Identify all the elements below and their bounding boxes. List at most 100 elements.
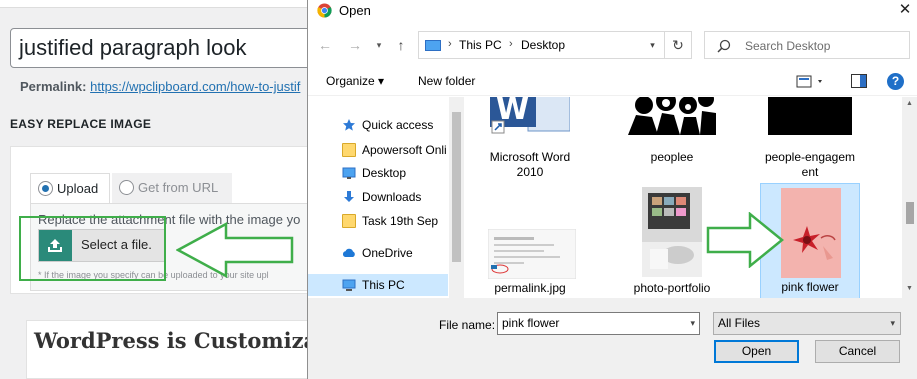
breadcrumb-desktop[interactable]: Desktop [521,38,565,52]
file-name-line2: 2010 [516,165,544,179]
cancel-button[interactable]: Cancel [815,340,900,363]
close-button[interactable]: ✕ [892,0,917,22]
breadcrumb-separator-icon: › [448,38,452,50]
file-name: pink flower [781,280,839,294]
navigation-pane: Quick access Apowersoft Onli Desktop Dow… [308,97,464,298]
wp-top-bar [0,0,320,8]
file-item-peoplee[interactable]: peoplee [622,97,722,197]
preview-pane-icon[interactable] [851,74,867,88]
nav-item-label: Task 19th Sep [362,214,439,228]
file-item-people-engagement[interactable]: people-engagem ent [760,97,860,197]
star-icon [343,119,355,131]
word-document-icon: W [490,97,570,135]
recent-locations-chevron-icon[interactable]: ▾ [372,34,386,56]
forward-arrow-icon[interactable]: → [344,34,366,56]
annotation-highlight-box [19,216,166,281]
search-placeholder: Search Desktop [745,39,831,53]
file-name: Microsoft Word [489,150,571,164]
scroll-up-icon[interactable]: ▲ [906,100,913,107]
file-name: photo-portfolio [633,281,711,295]
file-name: people-engagem [764,150,856,164]
open-file-dialog: Open ✕ ← → ▾ ↑ › This PC › Desktop ▾ ↻ S… [307,0,917,379]
portfolio-photo-thumbnail [642,187,702,277]
upload-radio[interactable] [38,181,53,196]
tab-upload-label: Upload [57,181,99,196]
this-pc-icon [425,40,441,51]
nav-item-label: Desktop [362,166,407,180]
permalink-link[interactable]: https://wpclipboard.com/how-to-justif [90,79,300,94]
organize-button[interactable]: Organize ▾ [326,74,384,88]
nav-item-label: Downloads [362,190,422,204]
refresh-icon[interactable]: ↻ [664,31,692,59]
nav-item-this-pc[interactable]: This PC [308,274,448,296]
address-bar[interactable]: › This PC › Desktop [418,31,662,59]
url-radio[interactable] [119,180,134,195]
chrome-icon [317,3,332,18]
nav-item-label: OneDrive [362,246,413,260]
nav-item-apowersoft[interactable]: Apowersoft Onli [308,139,448,161]
nav-item-label: Apowersoft Onli [362,143,447,157]
nav-item-label: Quick access [362,118,434,132]
file-type-value: All Files [718,316,761,330]
people-image-thumbnail [628,97,716,135]
post-title-input[interactable]: justified paragraph look [10,28,330,68]
scroll-down-icon[interactable]: ▼ [906,285,913,292]
breadcrumb-this-pc[interactable]: This PC [459,38,502,52]
file-item-microsoft-word[interactable]: W Microsoft Word 2010 [480,97,580,197]
tab-get-from-url[interactable]: Get from URL [112,173,232,203]
file-name-value: pink flower [502,316,560,330]
nav-item-desktop[interactable]: Desktop [308,162,448,184]
annotation-arrow-right-icon [706,212,784,268]
nav-scrollbar-thumb[interactable] [452,112,461,262]
open-button[interactable]: Open [714,340,799,363]
tab-upload[interactable]: Upload [30,173,110,203]
nav-item-downloads[interactable]: Downloads [308,186,448,208]
download-icon [344,191,354,202]
desktop-icon [342,167,356,179]
file-name: peoplee [650,150,694,164]
help-icon[interactable]: ? [887,73,904,90]
cloud-icon [342,248,355,257]
dialog-toolbar: Organize ▾ New folder ? [308,66,917,96]
file-name-input[interactable]: pink flower ▾ [497,312,700,335]
nav-item-task-19th-sep[interactable]: Task 19th Sep [308,210,448,232]
file-list-pane: W Microsoft Word 2010 peoplee people-eng… [464,97,902,298]
search-input[interactable]: Search Desktop [704,31,910,59]
change-view-icon[interactable] [796,74,826,90]
file-name-label: File name: [439,318,496,332]
file-name-line2: ent [801,165,819,179]
nav-item-onedrive[interactable]: OneDrive [308,242,448,264]
new-folder-button[interactable]: New folder [418,74,475,88]
file-type-chevron-icon: ▾ [890,318,895,328]
nav-item-quick-access[interactable]: Quick access [308,114,448,136]
pc-icon [342,279,356,291]
dialog-title: Open [339,3,371,18]
easy-replace-image-heading: EASY REPLACE IMAGE [10,117,152,131]
address-dropdown-chevron-icon[interactable]: ▾ [641,31,665,59]
dialog-footer: File name: pink flower ▾ All Files ▾ Ope… [308,298,917,379]
permalink-row: Permalink: https://wpclipboard.com/how-t… [20,79,300,94]
permalink-label: Permalink: [20,79,87,94]
breadcrumb-separator-icon: › [509,38,513,50]
permalink-screenshot-thumbnail [488,229,576,279]
annotation-arrow-left-icon [176,222,294,278]
file-scrollbar[interactable]: ▲ ▼ [902,97,917,298]
dialog-titlebar[interactable]: Open ✕ [308,0,917,22]
pink-flower-thumbnail [781,188,841,278]
navigation-row: ← → ▾ ↑ › This PC › Desktop ▾ ↻ Search D… [308,29,917,61]
folder-icon [342,214,356,228]
black-image-thumbnail [768,97,852,135]
editor-heading: WordPress is Customiza [34,328,318,353]
nav-item-label: This PC [362,278,405,292]
folder-icon [342,143,356,157]
file-name: permalink.jpg [494,281,566,295]
file-type-select[interactable]: All Files ▾ [713,312,901,335]
file-item-permalink[interactable]: permalink.jpg [480,185,580,298]
file-scrollbar-thumb[interactable] [906,202,914,224]
search-icon [717,39,731,53]
file-name-dropdown-chevron-icon[interactable]: ▾ [690,313,695,334]
nav-scrollbar[interactable] [449,97,464,298]
tab-url-label: Get from URL [138,180,219,195]
up-arrow-icon[interactable]: ↑ [390,34,412,56]
back-arrow-icon[interactable]: ← [314,34,336,56]
